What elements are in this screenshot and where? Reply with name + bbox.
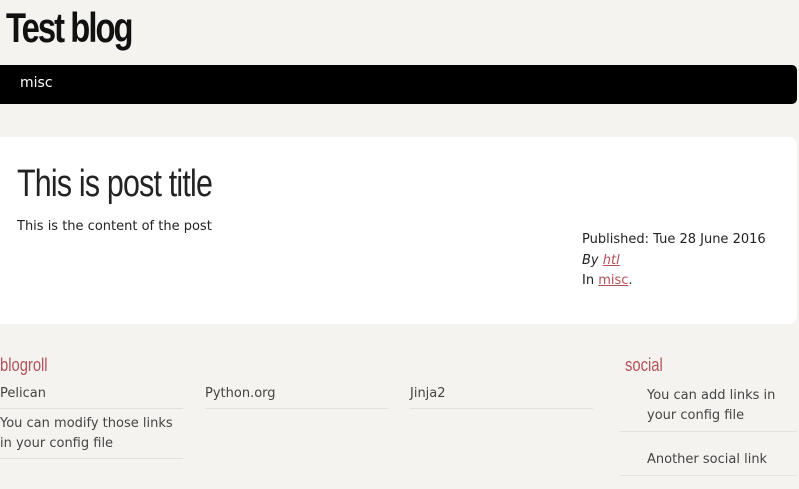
in-label: In	[582, 273, 595, 288]
author-link[interactable]: htl	[603, 253, 620, 268]
blogroll-link-jinja2[interactable]: Jinja2	[410, 384, 593, 409]
category-line: In misc.	[582, 271, 766, 292]
post-info: Published: Tue 28 June 2016 By htl In mi…	[582, 230, 766, 292]
published-date: Tue 28 June 2016	[653, 232, 766, 247]
blogroll-link-python[interactable]: Python.org	[205, 384, 388, 409]
main-menu: misc	[0, 65, 797, 104]
author-line: By htl	[582, 251, 766, 272]
category-link[interactable]: misc	[598, 273, 628, 288]
post-title: This is post title	[17, 163, 213, 205]
post-content: This is the content of the post	[17, 219, 212, 234]
social-link-config[interactable]: You can add links in your config file	[620, 386, 797, 432]
social-heading: social	[625, 355, 663, 375]
blogroll-heading: blogroll	[0, 355, 48, 375]
social-link-another[interactable]: Another social link	[620, 450, 797, 476]
by-label: By	[582, 252, 599, 268]
post-article: This is post title This is the content o…	[0, 137, 797, 324]
category-suffix: .	[628, 273, 633, 288]
menu-item-misc[interactable]: misc	[20, 75, 53, 91]
site-title-link[interactable]: Test blog	[6, 4, 134, 52]
published-label: Published:	[582, 232, 649, 247]
published-line: Published: Tue 28 June 2016	[582, 230, 766, 251]
blogroll-link-config[interactable]: You can modify those links in your confi…	[0, 414, 183, 459]
blogroll-link-pelican[interactable]: Pelican	[0, 384, 183, 409]
